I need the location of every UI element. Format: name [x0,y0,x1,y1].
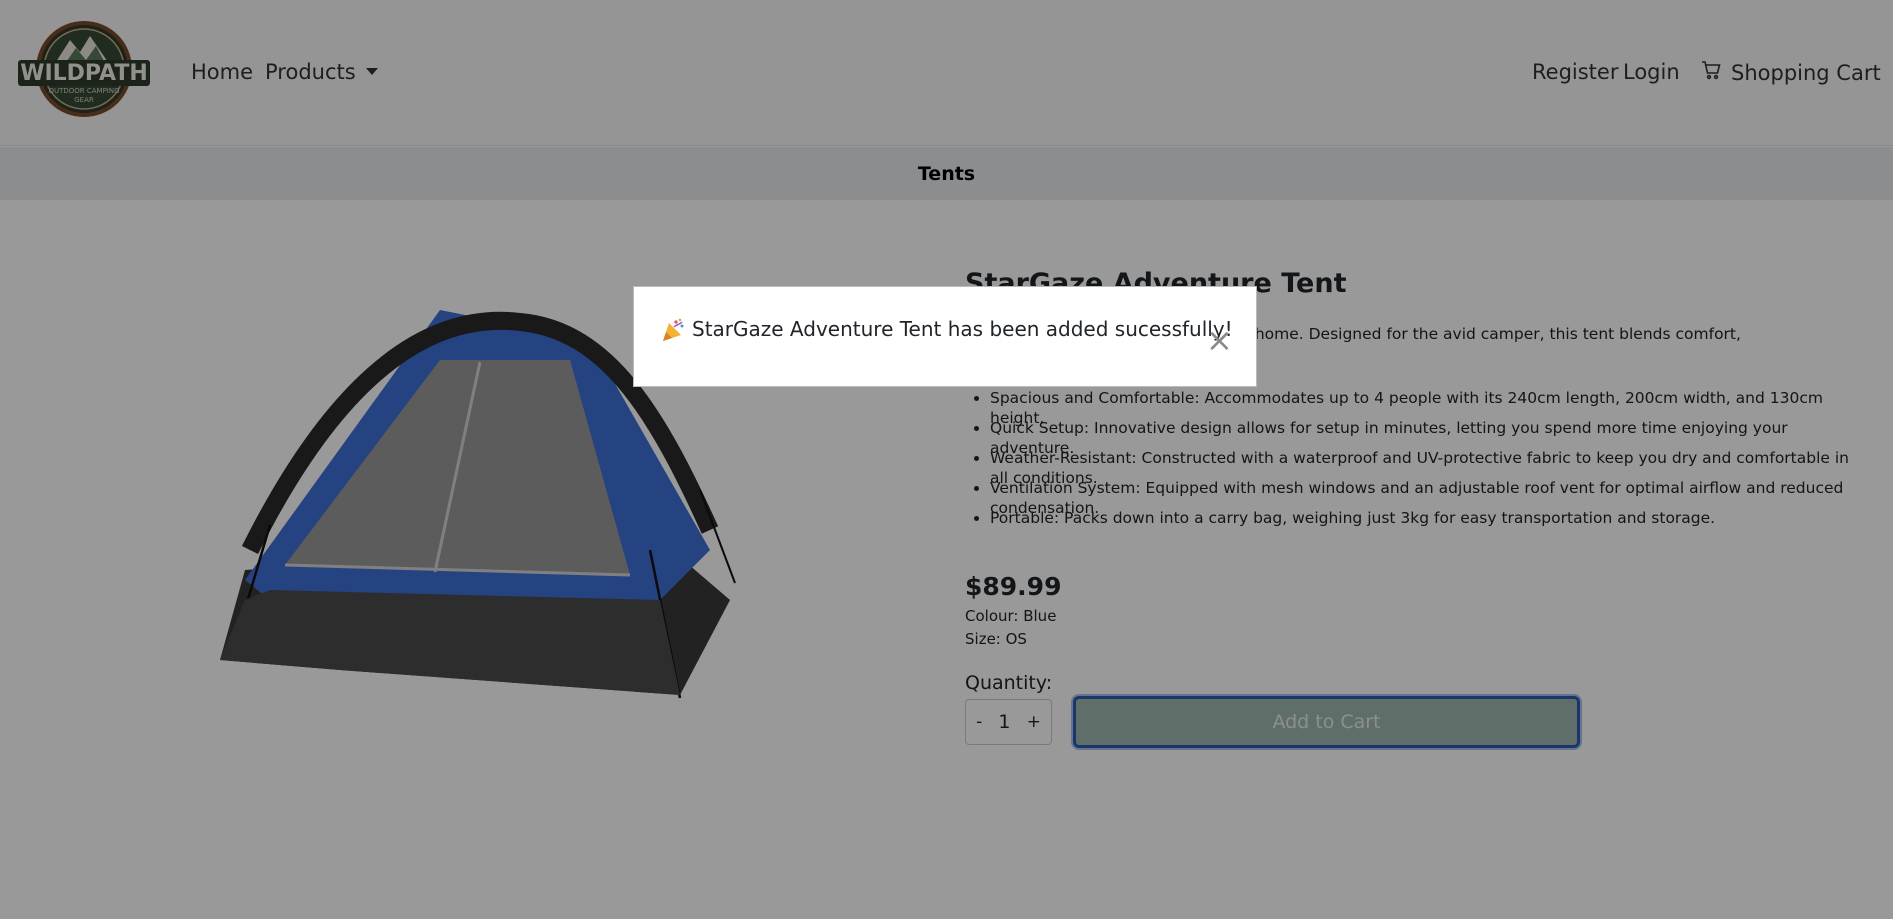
added-to-cart-modal: StarGaze Adventure Tent has been added s… [633,286,1257,387]
toast-message: StarGaze Adventure Tent has been added s… [692,317,1233,341]
close-icon[interactable]: × [1206,324,1233,356]
party-popper-icon [660,317,686,343]
modal-overlay[interactable] [0,0,1893,919]
